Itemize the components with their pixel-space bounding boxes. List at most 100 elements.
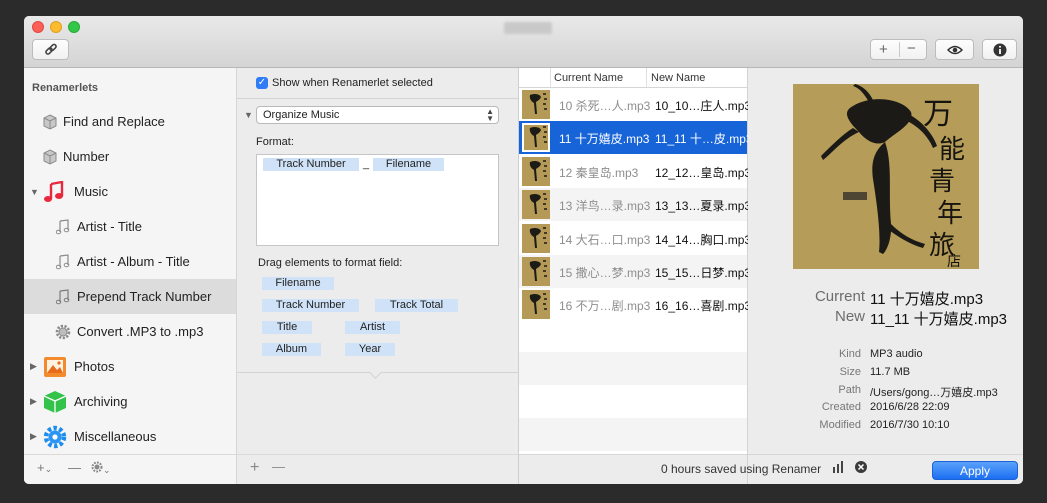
sidebar-item-artist-title[interactable]: Artist - Title [24, 209, 236, 244]
minus-icon[interactable]: − [907, 40, 916, 57]
sidebar-item-miscellaneous[interactable]: ▶ Miscellaneous [24, 419, 236, 454]
album-thumbnail [522, 257, 550, 286]
bar-chart-icon[interactable] [832, 461, 844, 476]
artwork-title-char: 万 [923, 97, 953, 132]
show-when-selected-label: Show when Renamerlet selected [272, 77, 433, 89]
created-label: Created [821, 401, 861, 413]
sidebar-item-label: Prepend Track Number [77, 289, 212, 304]
disclosure-expanded-icon[interactable]: ▼ [30, 187, 39, 197]
app-window: + − Renamerlets Find and Replace Number … [24, 16, 1023, 484]
path-value: /Users/gong…万嬉皮.mp3 [870, 387, 998, 399]
disclosure-collapsed-icon[interactable]: ▶ [30, 431, 37, 442]
sidebar-item-label: Music [74, 184, 108, 199]
new-name-label: New [834, 308, 865, 325]
palette-token[interactable]: Filename [262, 277, 334, 290]
disclosure-expanded-icon[interactable]: ▼ [244, 110, 253, 120]
close-circle-icon[interactable] [855, 461, 867, 476]
sidebar-item-label: Number [63, 149, 110, 164]
add-renamerlet-button[interactable]: +⌄ [37, 460, 52, 475]
palette-token[interactable]: Track Number [262, 299, 359, 312]
artwork-column-header[interactable] [519, 68, 551, 88]
sidebar-item-label: Artist - Album - Title [77, 254, 190, 269]
time-saved-status: 0 hours saved using Renamer [661, 462, 822, 476]
add-rule-button[interactable]: + [250, 459, 259, 477]
sidebar-item-prepend-track-number[interactable]: Prepend Track Number [24, 279, 236, 314]
current-name-cell: 10 杀死…人.mp3 [559, 99, 651, 113]
current-name-cell: 15 撒心…梦.mp3 [559, 266, 651, 280]
disclosure-collapsed-icon[interactable]: ▶ [30, 396, 37, 407]
file-row[interactable]: 14 大石…口.mp3 14_14…胸口.mp3 [519, 222, 751, 255]
gear-icon [91, 461, 103, 476]
new-name-cell: 14_14…胸口.mp3 [655, 232, 752, 247]
sidebar-item-label: Artist - Title [77, 219, 143, 234]
file-list: Current Name New Name 10 杀死…人.mp3 10_10…庄… [519, 68, 753, 484]
title-bar: + − [24, 16, 1023, 68]
sidebar-item-number[interactable]: Number [24, 139, 236, 174]
format-token[interactable]: Track Number [263, 158, 359, 171]
album-thumbnail [522, 123, 550, 153]
action-select[interactable]: Organize Music ▲ ▼ [256, 106, 499, 124]
file-row[interactable]: 12 秦皇岛.mp3 12_12…皇岛.mp3 [519, 155, 751, 188]
current-name-cell: 14 大石…口.mp3 [559, 232, 651, 247]
archive-box-icon [43, 390, 67, 414]
new-name-cell: 10_10…庄人.mp3 [655, 99, 752, 113]
disclosure-collapsed-icon[interactable]: ▶ [30, 361, 37, 372]
sidebar-item-archiving[interactable]: ▶ Archiving [24, 384, 236, 419]
new-name-cell: 13_13…夏录.mp3 [655, 199, 752, 214]
new-name-value: 11_11 十万嬉皮.mp3 [870, 311, 1007, 328]
file-row[interactable]: 10 杀死…人.mp3 10_10…庄人.mp3 [519, 88, 751, 121]
sidebar-item-photos[interactable]: ▶ Photos [24, 349, 236, 384]
plus-icon[interactable]: + [879, 41, 888, 58]
file-row[interactable]: 11 十万嬉皮.mp3 11_11 十…皮.mp3 [519, 121, 753, 155]
sidebar-item-artist-album-title[interactable]: Artist - Album - Title [24, 244, 236, 279]
album-artwork: 万 能 青 年 旅 店 [793, 84, 979, 269]
artwork-title-char: 能 [939, 135, 965, 165]
info-button[interactable] [982, 39, 1017, 60]
format-separator[interactable]: _ [363, 158, 369, 170]
close-window-button[interactable] [32, 21, 44, 33]
file-row[interactable]: 13 洋鸟…录.mp3 13_13…夏录.mp3 [519, 188, 751, 222]
show-when-selected-checkbox[interactable]: ✓ [256, 77, 268, 89]
gear-icon [55, 324, 71, 340]
add-remove-segment: + − [870, 39, 927, 60]
link-button[interactable] [32, 39, 69, 60]
music-note-icon [56, 218, 70, 235]
sidebar-item-music[interactable]: ▼ Music [24, 174, 236, 209]
action-menu-button[interactable]: ⌄ [91, 461, 111, 476]
remove-renamerlet-button[interactable]: — [68, 460, 81, 475]
music-note-icon [56, 253, 70, 270]
minimize-window-button[interactable] [50, 21, 62, 33]
file-row[interactable]: 15 撒心…梦.mp3 15_15…日梦.mp3 [519, 255, 751, 288]
zoom-window-button[interactable] [68, 21, 80, 33]
palette-token[interactable]: Year [345, 343, 395, 356]
format-label: Format: [256, 136, 294, 148]
palette-token[interactable]: Artist [345, 321, 400, 334]
apply-button[interactable]: Apply [932, 461, 1018, 480]
sidebar-item-label: Photos [74, 359, 115, 374]
chevron-updown-icon: ▲ ▼ [486, 107, 494, 123]
sidebar-item-label: Find and Replace [63, 114, 165, 129]
format-field[interactable]: Track Number _ Filename [256, 154, 499, 246]
new-name-cell: 15_15…日梦.mp3 [655, 266, 752, 280]
path-label: Path [838, 384, 861, 396]
new-name-column-header[interactable]: New Name [647, 68, 747, 88]
artwork-title-char: 青 [929, 167, 955, 197]
palette-token[interactable]: Title [262, 321, 312, 334]
remove-rule-button[interactable]: — [272, 459, 285, 474]
sidebar-footer: +⌄ — ⌄ [24, 454, 236, 484]
link-icon [44, 43, 58, 57]
kind-value: MP3 audio [870, 348, 923, 360]
eye-icon [946, 45, 963, 55]
sidebar-item-convert-mp3[interactable]: Convert .MP3 to .mp3 [24, 314, 236, 349]
format-token[interactable]: Filename [373, 158, 444, 171]
sidebar: Renamerlets Find and Replace Number ▼ Mu… [24, 68, 237, 484]
new-name-cell: 12_12…皇岛.mp3 [655, 165, 752, 180]
palette-token[interactable]: Track Total [375, 299, 458, 312]
current-name-column-header[interactable]: Current Name [551, 68, 647, 88]
palette-token[interactable]: Album [262, 343, 321, 356]
file-row[interactable]: 16 不万…剧.mp3 16_16…喜剧.mp3 [519, 288, 751, 321]
preview-button[interactable] [935, 39, 974, 60]
sidebar-item-find-and-replace[interactable]: Find and Replace [24, 104, 236, 139]
drag-elements-label: Drag elements to format field: [258, 257, 403, 269]
current-name-value: 11 十万嬉皮.mp3 [870, 291, 984, 308]
